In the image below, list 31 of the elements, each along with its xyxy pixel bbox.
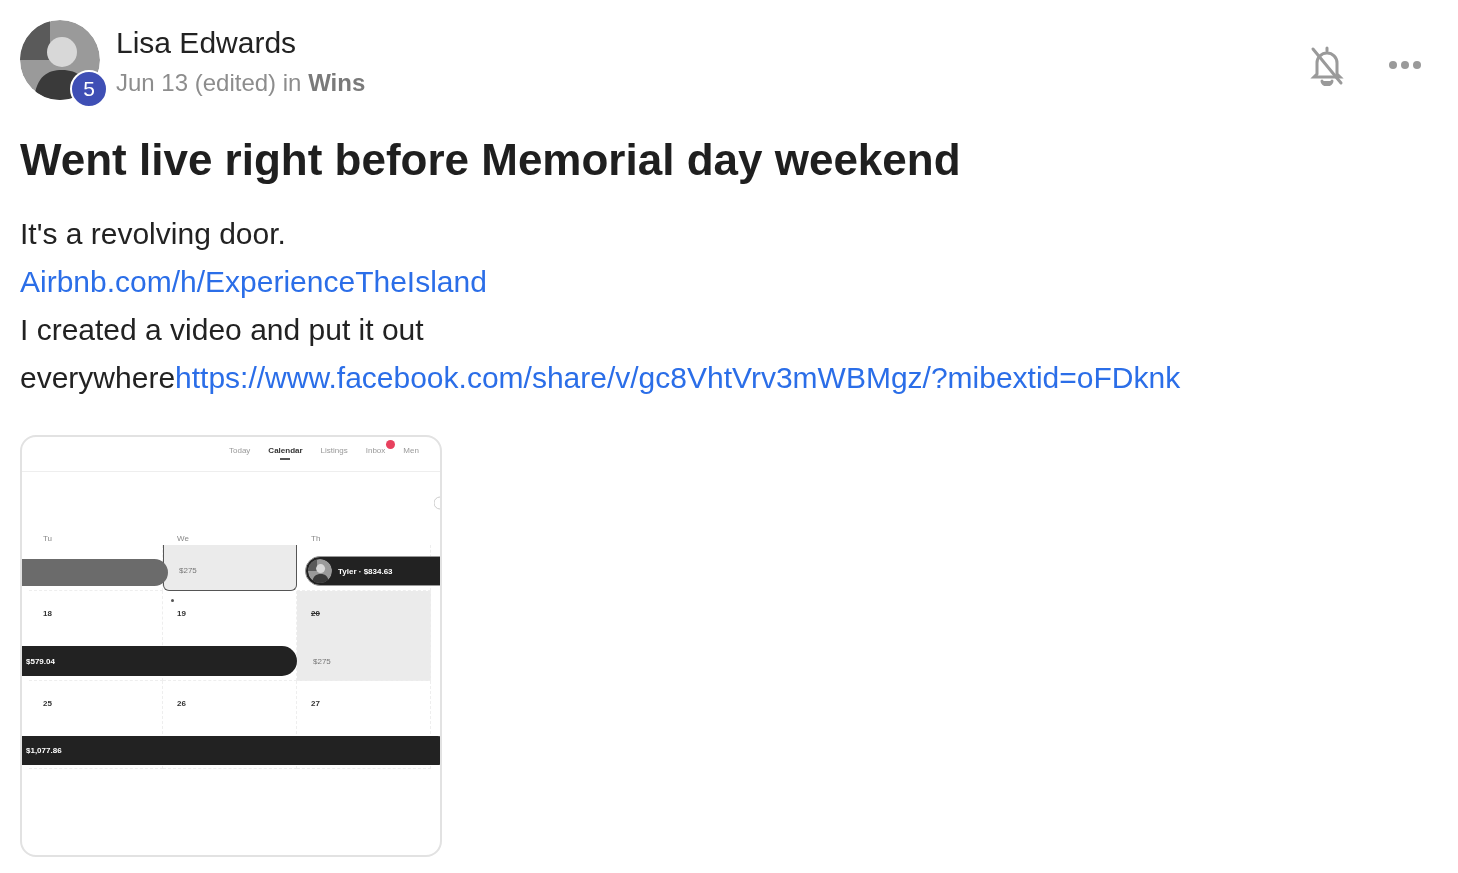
link[interactable]: Airbnb.com/h/ExperienceTheIsland: [20, 258, 487, 306]
post-meta: Jun 13 (edited) in Wins: [116, 68, 367, 98]
reservation-label: $579.04: [26, 656, 55, 666]
body-text: It's a revolving door.: [20, 216, 286, 252]
author-name: Lisa Edwards: [116, 26, 298, 60]
day-number: 26: [177, 699, 186, 708]
reservation-label: $1,077.86: [26, 746, 62, 755]
night-price: $275: [313, 657, 331, 666]
post-title: Went live right before Memorial day weekend: [20, 134, 962, 186]
reservation-bar[interactable]: $1,077.86: [22, 736, 440, 765]
reservation-label: Tyler · $834.63: [338, 566, 393, 576]
link[interactable]: https://www.facebook.com/share/v/gc8VhtVrv3mWBMgz/?mibextid=oFDknk: [175, 361, 1181, 394]
reservation-bar[interactable]: $579.04: [22, 646, 297, 676]
day-number: 25: [43, 699, 52, 708]
level-badge: 5: [70, 70, 108, 108]
more-icon[interactable]: [1388, 60, 1422, 70]
day-label: We: [176, 534, 190, 545]
body-text: I created a video and put it out: [20, 312, 424, 348]
night-price: $275: [179, 566, 197, 575]
day-label: Th: [310, 534, 322, 545]
day-number: 18: [43, 609, 52, 618]
calendar-screenshot[interactable]: Today Calendar Listings Inbox Men Tu We Th $275 Tyler · $834.63 18 19 20 $579.04 $275 25 26 27 $1,077.86: [20, 435, 442, 857]
day-number: 19: [177, 609, 186, 618]
day-number: 27: [311, 699, 320, 708]
day-number: 20: [311, 609, 320, 618]
bell-off-icon[interactable]: [1310, 44, 1344, 86]
calendar-day[interactable]: [163, 545, 297, 591]
reservation-bar[interactable]: Tyler · $834.63: [305, 556, 440, 586]
body-text: everywherehttps://www.facebook.com/share/v/gc8VhtVrv3mWBMgz/?mibextid=oFDknk: [20, 360, 1181, 396]
day-label: Tu: [42, 534, 54, 545]
nav-tab[interactable]: Calendar: [268, 437, 303, 462]
